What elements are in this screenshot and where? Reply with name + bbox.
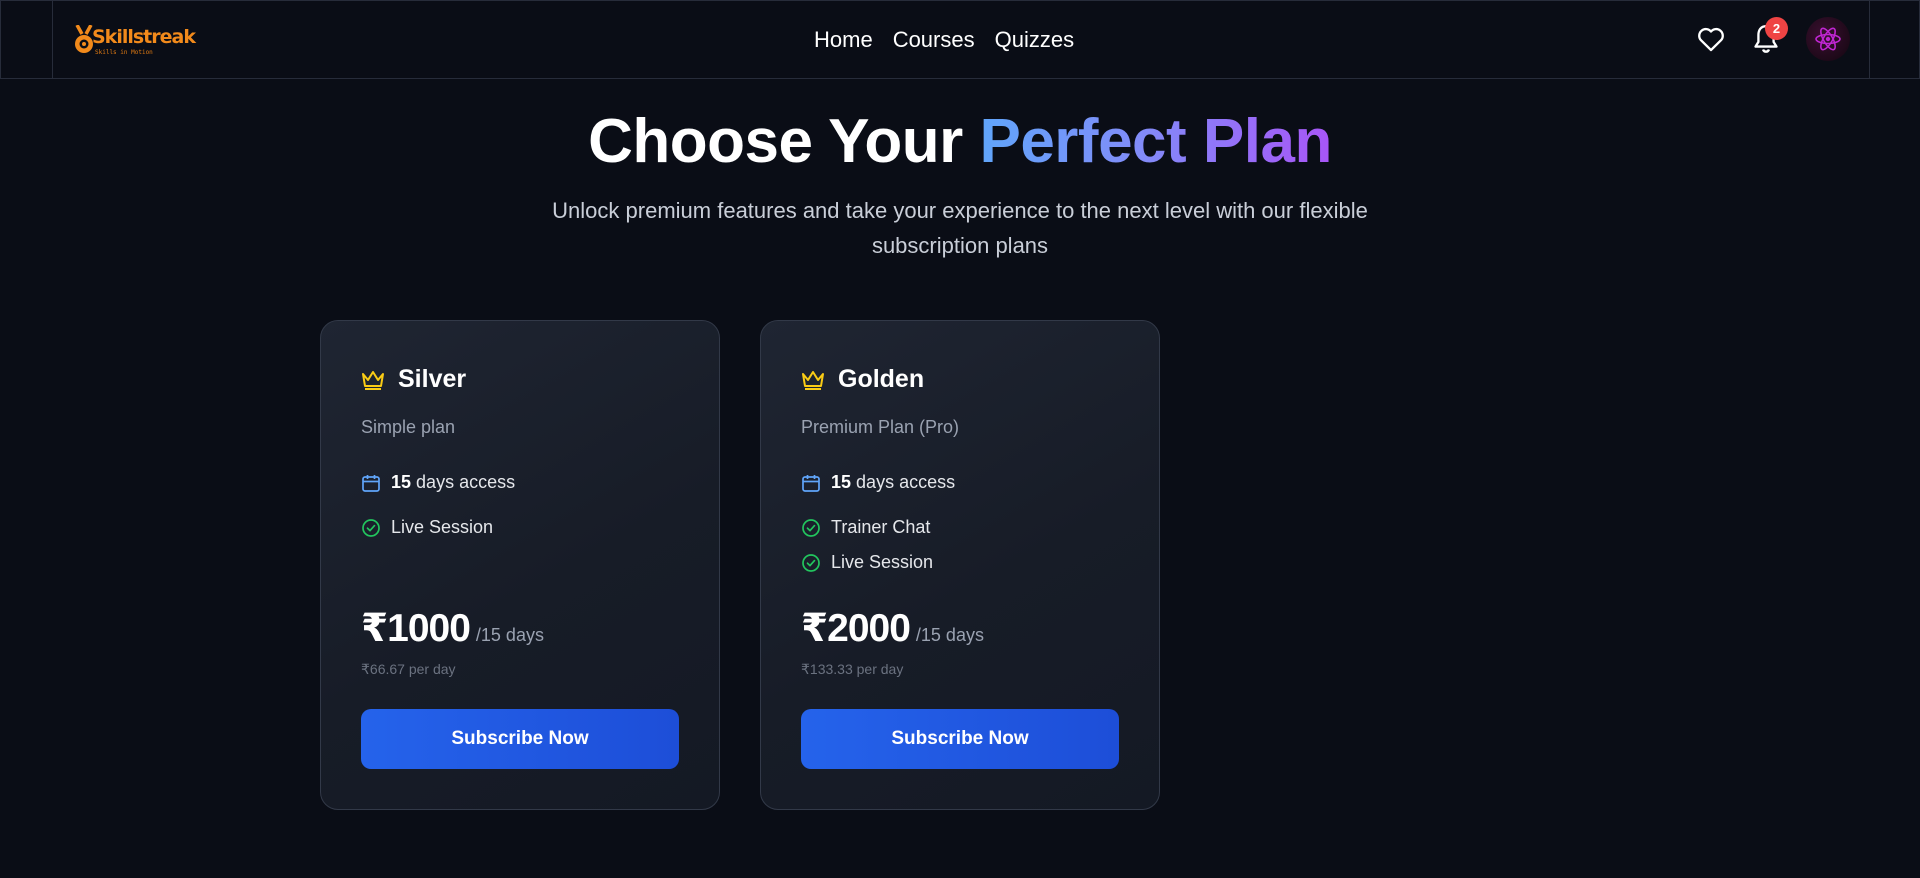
plan-per-day: ₹133.33 per day: [801, 661, 904, 677]
heart-icon: [1698, 27, 1724, 52]
plan-name: Silver: [398, 365, 467, 393]
brand-tagline: Skills in Motion: [95, 49, 153, 56]
plan-price-row: ₹1000 /15 days: [361, 606, 544, 651]
main-nav: Home Courses Quizzes: [814, 27, 1074, 53]
check-circle-icon: [362, 518, 380, 537]
notification-count-badge: 2: [1765, 17, 1788, 40]
plan-name: Golden: [838, 365, 925, 393]
page-title-plain: Choose Your: [588, 107, 963, 176]
plan-feature-label: Live Session: [391, 517, 494, 537]
wishlist-button[interactable]: [1697, 26, 1725, 57]
plan-per-day: ₹66.67 per day: [361, 661, 456, 677]
subscribe-button-silver[interactable]: Subscribe Now: [361, 709, 679, 769]
plan-card-golden: Golden Premium Plan (Pro) 15 days access…: [760, 320, 1160, 810]
plan-feature-label: Trainer Chat: [831, 517, 931, 537]
plan-access-suffix: days access: [416, 472, 516, 492]
plan-access-text: 15 days access: [831, 472, 955, 493]
plan-feature: Live Session: [801, 552, 933, 573]
plan-price-row: ₹2000 /15 days: [801, 606, 984, 651]
plan-access: 15 days access: [361, 472, 515, 493]
subscribe-button-golden[interactable]: Subscribe Now: [801, 709, 1119, 769]
plan-description: Premium Plan (Pro): [801, 417, 960, 437]
plan-period: /15 days: [475, 625, 544, 645]
plan-feature: Trainer Chat: [801, 517, 930, 538]
plan-price: ₹2000: [801, 607, 911, 650]
calendar-icon: [362, 474, 380, 492]
plan-price: ₹1000: [361, 607, 471, 650]
nav-link-quizzes[interactable]: Quizzes: [995, 27, 1074, 53]
navbar-container: Skillstreak Skills in Motion Home Course…: [52, 1, 1870, 78]
page-title-highlight: Perfect Plan: [979, 107, 1332, 176]
crown-icon: [802, 370, 824, 390]
check-circle-icon: [802, 518, 820, 537]
calendar-icon: [802, 474, 820, 492]
nav-link-courses[interactable]: Courses: [893, 27, 975, 53]
plan-period: /15 days: [915, 625, 984, 645]
plan-access-days: 15: [831, 472, 852, 492]
plan-access-days: 15: [391, 472, 412, 492]
brand-name: Skillstreak: [92, 26, 196, 48]
page-subtitle: Unlock premium features and take your ex…: [552, 198, 1368, 258]
page-title: Choose Your Perfect Plan: [0, 106, 1920, 177]
user-avatar[interactable]: [1806, 17, 1850, 61]
plan-header: Golden: [801, 365, 924, 394]
atom-icon: [1815, 27, 1841, 51]
plan-feature: Live Session: [361, 517, 493, 538]
nav-link-home[interactable]: Home: [814, 27, 873, 53]
plan-access-suffix: days access: [856, 472, 956, 492]
top-navbar: Skillstreak Skills in Motion Home Course…: [0, 0, 1920, 79]
check-circle-icon: [802, 553, 820, 572]
plan-access-text: 15 days access: [391, 472, 515, 493]
plan-card-silver: Silver Simple plan 15 days access Live S…: [320, 320, 720, 810]
brand-logo[interactable]: Skillstreak Skills in Motion: [73, 23, 196, 57]
plan-feature-label: Live Session: [831, 552, 934, 572]
plan-access: 15 days access: [801, 472, 955, 493]
plan-description: Simple plan: [361, 417, 456, 437]
crown-icon: [362, 370, 384, 390]
plan-header: Silver: [361, 365, 466, 394]
